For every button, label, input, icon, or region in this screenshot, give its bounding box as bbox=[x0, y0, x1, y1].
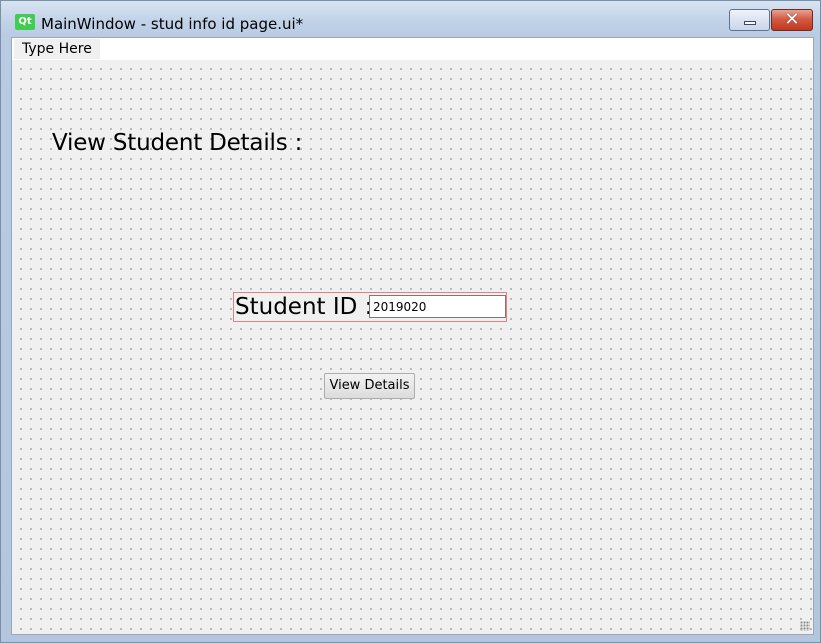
minimize-icon bbox=[744, 21, 756, 25]
menu-item-type-here[interactable]: Type Here bbox=[14, 39, 100, 59]
title-bar[interactable]: Qt MainWindow - stud info id page.ui* ✕ bbox=[1, 1, 820, 37]
page-heading: View Student Details : bbox=[52, 130, 303, 156]
window-title: MainWindow - stud info id page.ui* bbox=[41, 15, 304, 33]
menu-bar: Type Here bbox=[12, 38, 813, 60]
student-id-input[interactable] bbox=[369, 295, 506, 318]
minimize-button[interactable] bbox=[729, 9, 770, 31]
qt-app-icon: Qt bbox=[15, 14, 35, 30]
window-client-area: Type Here View Student Details : Student… bbox=[11, 37, 814, 635]
student-id-label: Student ID : bbox=[235, 294, 373, 320]
form-canvas[interactable]: View Student Details : Student ID : View… bbox=[12, 60, 813, 634]
close-icon: ✕ bbox=[784, 9, 800, 30]
close-button[interactable]: ✕ bbox=[771, 9, 813, 31]
view-details-button[interactable]: View Details bbox=[324, 373, 415, 399]
main-window: Qt MainWindow - stud info id page.ui* ✕ … bbox=[0, 0, 821, 643]
resize-grip-icon[interactable] bbox=[800, 621, 810, 631]
student-id-group[interactable]: Student ID : bbox=[233, 292, 507, 322]
